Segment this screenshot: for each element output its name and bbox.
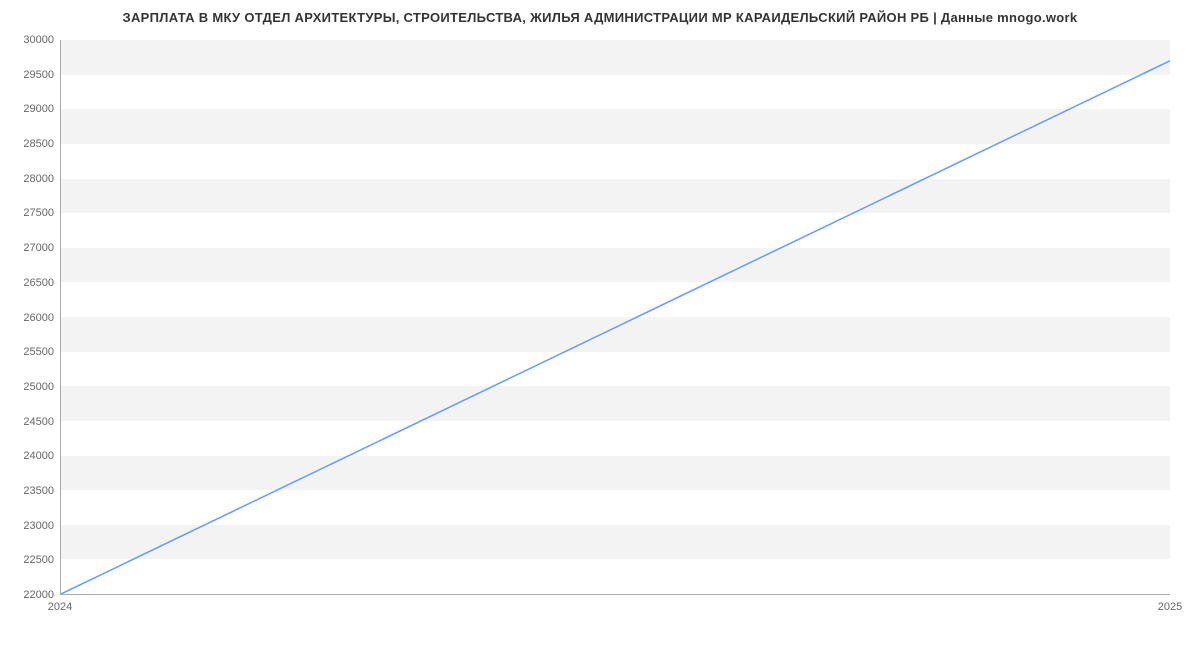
y-tick-label: 25000 [23, 381, 54, 393]
y-tick-label: 28000 [23, 173, 54, 185]
x-tick-label: 2025 [1158, 601, 1182, 613]
y-tick-label: 30000 [23, 34, 54, 46]
chart-title: ЗАРПЛАТА В МКУ ОТДЕЛ АРХИТЕКТУРЫ, СТРОИТ… [0, 0, 1200, 25]
y-tick-label: 26500 [23, 277, 54, 289]
salary-line [61, 61, 1170, 594]
y-tick-label: 27500 [23, 207, 54, 219]
x-tick-label: 2024 [48, 601, 72, 613]
y-tick-label: 25500 [23, 346, 54, 358]
y-tick-label: 24000 [23, 450, 54, 462]
y-tick-label: 23500 [23, 485, 54, 497]
plot-area [60, 40, 1170, 595]
y-tick-label: 29000 [23, 103, 54, 115]
y-tick-label: 28500 [23, 138, 54, 150]
y-tick-label: 23000 [23, 520, 54, 532]
y-tick-label: 22500 [23, 554, 54, 566]
y-tick-label: 22000 [23, 589, 54, 601]
y-tick-label: 26000 [23, 312, 54, 324]
y-tick-label: 29500 [23, 69, 54, 81]
line-svg [61, 40, 1170, 594]
chart-container: 2200022500230002350024000245002500025500… [60, 40, 1170, 595]
y-tick-label: 24500 [23, 416, 54, 428]
y-tick-label: 27000 [23, 242, 54, 254]
